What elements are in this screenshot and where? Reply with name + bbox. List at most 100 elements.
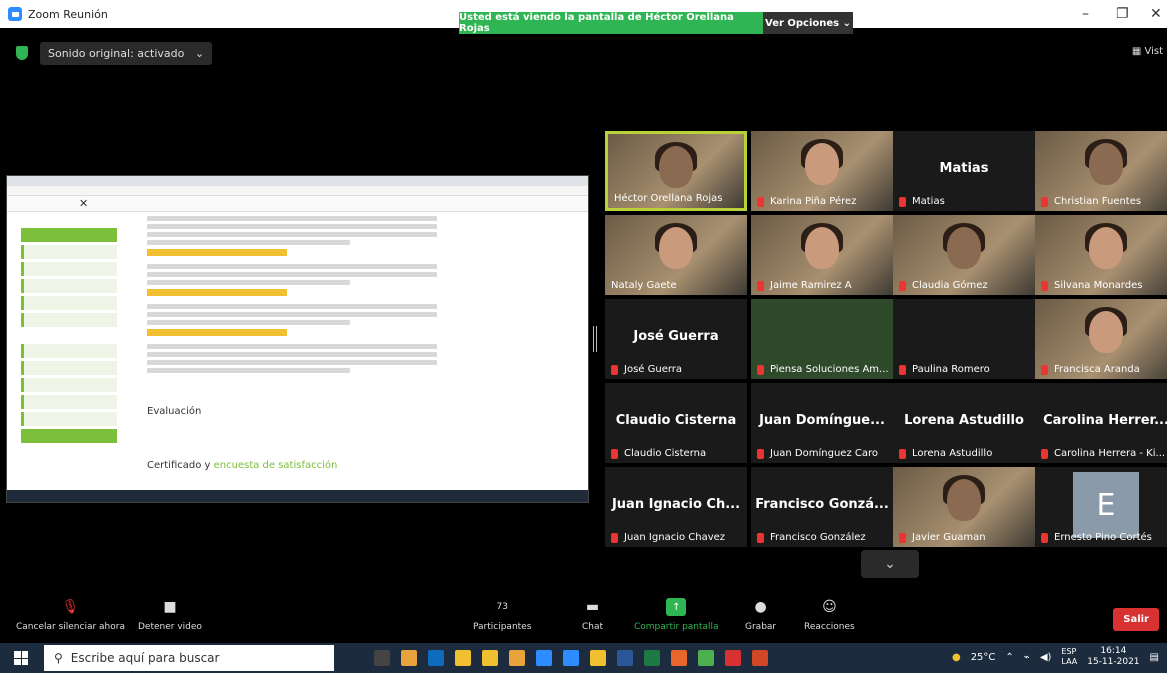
powerpoint-icon[interactable] (752, 650, 768, 666)
word-icon[interactable] (617, 650, 633, 666)
section-certificado-prefix: Certificado y (147, 460, 211, 471)
participant-name: Carolina Herrera - Ki... (1054, 448, 1166, 459)
sidebar-item (21, 344, 117, 358)
participant-tile[interactable]: Lorena Astudillo Lorena Astudillo (893, 383, 1035, 463)
participant-tile[interactable]: Javier Guaman (893, 467, 1035, 547)
zoom-icon[interactable] (563, 650, 579, 666)
app-icon[interactable] (509, 650, 525, 666)
minimize-icon[interactable]: – (1082, 6, 1089, 22)
section-certificado: Certificado y encuesta de satisfacción (147, 460, 337, 471)
zoom-icon[interactable] (536, 650, 552, 666)
taskbar-search[interactable]: ⚲ Escribe aquí para buscar (44, 645, 334, 671)
participant-tile[interactable]: Nataly Gaete (605, 215, 747, 295)
participant-name-label: Ernesto Pino Cortés (1041, 532, 1152, 543)
participant-tile[interactable]: Jaime Ramirez A (751, 215, 893, 295)
participant-tile[interactable]: Francisco Gonzá... Francisco González (751, 467, 893, 547)
participant-tile[interactable]: Silvana Monardes (1035, 215, 1167, 295)
participant-tile[interactable]: Paulina Romero (893, 299, 1035, 379)
participant-name: Karina Piña Pérez (770, 196, 857, 207)
participant-name-label: Lorena Astudillo (899, 448, 992, 459)
pdf-icon[interactable] (725, 650, 741, 666)
participant-tile[interactable]: Piensa Soluciones Am... (751, 299, 893, 379)
language-indicator[interactable]: ESP LAA (1061, 647, 1077, 667)
video-button[interactable]: ■ Detener video (138, 598, 202, 632)
participant-tile[interactable]: Claudia Gómez (893, 215, 1035, 295)
participant-tile[interactable]: José Guerra José Guerra (605, 299, 747, 379)
mic-muted-icon (757, 280, 764, 291)
participant-tile[interactable]: Juan Ignacio Ch... Juan Ignacio Chavez (605, 467, 747, 547)
chrome-icon[interactable] (698, 650, 714, 666)
mail-icon[interactable] (482, 650, 498, 666)
weather-icon[interactable]: ● (952, 652, 961, 663)
participant-name: Silvana Monardes (1054, 280, 1143, 291)
participant-name: Claudia Gómez (912, 280, 988, 291)
mic-muted-icon (1041, 280, 1048, 291)
shared-screen: ✕ Evaluación Certificado y encuesta de s… (6, 175, 589, 503)
mic-muted-icon (1041, 364, 1048, 375)
browser-tabs (7, 176, 588, 186)
participant-tile[interactable]: Héctor Orellana Rojas (605, 131, 747, 211)
reactions-icon: ☺ (822, 599, 837, 615)
chevron-up-icon[interactable]: ⌃ (1005, 652, 1013, 663)
participant-tile[interactable]: Francisca Aranda (1035, 299, 1167, 379)
participant-name: Matias (912, 196, 945, 207)
share-screen-button[interactable]: ↑ Compartir pantalla (634, 598, 719, 632)
participant-display-name: Matias (939, 161, 989, 176)
mic-muted-icon (899, 448, 906, 459)
volume-icon[interactable]: ◀) (1040, 652, 1052, 663)
view-label: Vist (1144, 46, 1163, 57)
windows-start-icon[interactable] (14, 651, 28, 665)
firefox-icon[interactable] (671, 650, 687, 666)
participant-tile[interactable]: Christian Fuentes (1035, 131, 1167, 211)
participant-name-label: José Guerra (611, 364, 682, 375)
participant-name: Piensa Soluciones Am... (770, 364, 889, 375)
network-icon[interactable]: ⌁ (1024, 652, 1030, 663)
mic-muted-icon: 🎙 (61, 599, 80, 615)
record-button[interactable]: ● Grabar (745, 598, 776, 632)
original-sound-dropdown[interactable]: Sonido original: activado ⌄ (40, 41, 213, 65)
restore-icon[interactable]: ❐ (1116, 6, 1129, 22)
participant-tile[interactable]: Carolina Herrer... Carolina Herrera - Ki.… (1035, 383, 1167, 463)
outlook-icon[interactable] (428, 650, 444, 666)
chevron-down-icon[interactable]: ⌄ (861, 550, 919, 578)
moodle-header: ✕ (7, 196, 588, 212)
reactions-button[interactable]: ☺ Reacciones (804, 598, 855, 632)
participant-tile[interactable]: Claudio Cisterna Claudio Cisterna (605, 383, 747, 463)
participant-tile[interactable]: Juan Domíngue... Juan Domínguez Caro (751, 383, 893, 463)
participants-icon: 73 (482, 598, 522, 616)
shield-icon[interactable] (16, 46, 28, 60)
clock-time: 16:14 (1100, 646, 1127, 656)
mic-muted-icon (899, 532, 906, 543)
reactions-label: Reacciones (804, 622, 855, 632)
participant-tile[interactable]: E Ernesto Pino Cortés (1035, 467, 1167, 547)
leave-button[interactable]: Salir (1113, 608, 1159, 631)
system-tray: ● 25°C ⌃ ⌁ ◀) ESP LAA 16:14 15-11-2021 ▤ (952, 646, 1159, 668)
participant-name: Paulina Romero (912, 364, 990, 375)
participant-name-label: Paulina Romero (899, 364, 990, 375)
app-icon[interactable] (590, 650, 606, 666)
close-icon[interactable]: ✕ (1150, 6, 1162, 22)
notifications-icon[interactable]: ▤ (1150, 652, 1159, 663)
split-divider-handle[interactable] (593, 326, 597, 352)
participant-name: Juan Domínguez Caro (770, 448, 878, 459)
participant-name-label: Francisco González (757, 532, 866, 543)
mail-icon[interactable] (455, 650, 471, 666)
participant-tile[interactable]: Karina Piña Pérez (751, 131, 893, 211)
view-button[interactable]: ▦ Vist (1132, 46, 1163, 57)
clock[interactable]: 16:14 15-11-2021 (1087, 646, 1139, 668)
app-icon[interactable] (401, 650, 417, 666)
search-placeholder: Escribe aquí para buscar (70, 651, 220, 665)
mute-button[interactable]: 🎙 Cancelar silenciar ahora (16, 598, 125, 632)
chat-button[interactable]: ▬ Chat (582, 598, 603, 632)
task-view-icon[interactable] (374, 650, 390, 666)
participants-button[interactable]: 73 Participantes (473, 598, 531, 632)
participant-name-label: Claudio Cisterna (611, 448, 706, 459)
sidebar-item (21, 429, 117, 443)
excel-icon[interactable] (644, 650, 660, 666)
mic-muted-icon (1041, 532, 1048, 543)
participant-name: Jaime Ramirez A (770, 280, 852, 291)
view-options-button[interactable]: Ver Opciones ⌄ (763, 12, 853, 34)
participant-name-label: Javier Guaman (899, 532, 986, 543)
video-label: Detener video (138, 622, 202, 632)
participant-tile[interactable]: Matias Matias (893, 131, 1035, 211)
